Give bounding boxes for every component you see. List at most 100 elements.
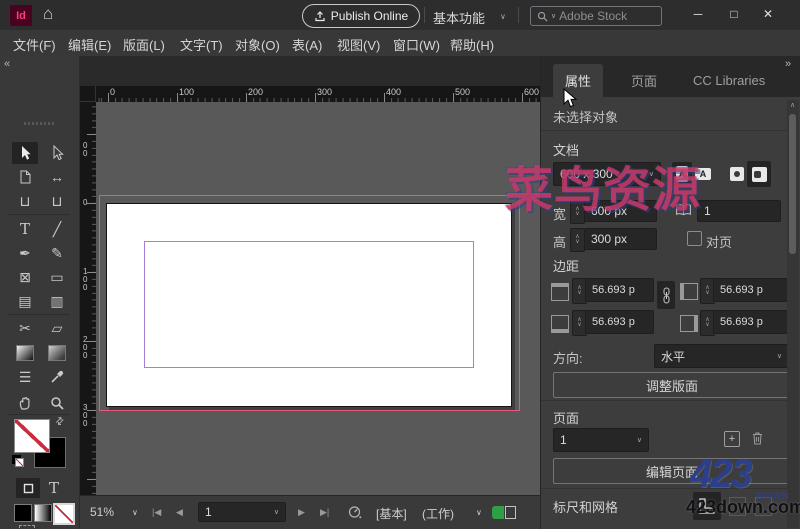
margin-bottom-field[interactable]: 56.693 p [585, 310, 654, 334]
current-page-dropdown[interactable]: 1 ∨ [553, 428, 649, 452]
content-placer-tool[interactable]: ⊔ [44, 190, 70, 212]
stepper-down-icon[interactable]: ∨ [575, 240, 579, 245]
free-transform-tool[interactable]: ▱ [44, 317, 70, 339]
margin-right-field[interactable]: 56.693 p [713, 310, 789, 334]
stepper-down-icon[interactable]: ∨ [705, 291, 709, 296]
maximize-button[interactable]: □ [724, 7, 744, 21]
gradient-tool[interactable] [12, 342, 38, 364]
pen-tool[interactable]: ✒ [12, 242, 38, 264]
menu-edit[interactable]: 编辑(E) [68, 35, 111, 54]
preflight-profile[interactable]: [基本] [376, 505, 407, 522]
direct-selection-tool[interactable] [44, 142, 70, 164]
menu-object[interactable]: 对象(O) [235, 35, 280, 54]
horizontal-grid-tool[interactable]: ▤ [12, 290, 38, 312]
margin-top-field[interactable]: 56.693 p [585, 278, 654, 302]
vertical-grid-tool[interactable]: ▥ [44, 290, 70, 312]
line-tool[interactable]: ╱ [44, 218, 70, 240]
panel-scrollbar[interactable]: ∧ [787, 100, 799, 528]
pages-count-field[interactable]: 1 [697, 200, 781, 222]
add-page-button[interactable]: + [724, 431, 740, 447]
menu-view[interactable]: 视图(V) [337, 35, 380, 54]
facing-pages-checkbox[interactable] [687, 231, 702, 246]
pencil-tool[interactable]: ✎ [44, 242, 70, 264]
swap-fill-stroke-icon[interactable]: ⇄ [53, 415, 67, 429]
adjust-layout-button[interactable]: 调整版面 [553, 372, 791, 398]
pasteboard[interactable] [96, 102, 540, 495]
minimize-button[interactable]: ─ [688, 7, 708, 21]
height-stepper[interactable]: ∧∨ [570, 228, 585, 252]
scroll-up-icon[interactable]: ∧ [790, 101, 795, 109]
zoom-level[interactable]: 51% [90, 505, 114, 519]
fill-swatch-none[interactable] [14, 419, 50, 453]
apply-color-button[interactable] [14, 504, 32, 522]
horizontal-ruler[interactable]: 0 100 200 300 400 500 600 [96, 86, 540, 102]
content-collector-tool[interactable]: ⊔ [12, 190, 38, 212]
ruler-label: 0 [83, 199, 87, 207]
zoom-tool[interactable] [44, 392, 70, 414]
gradient-feather-tool[interactable] [44, 342, 70, 364]
stepper-down-icon[interactable]: ∨ [577, 323, 581, 328]
adobe-stock-search[interactable]: ∨ Adobe Stock [530, 6, 662, 26]
frame-grid-options-icon[interactable] [19, 525, 35, 529]
selection-tool[interactable] [12, 142, 38, 164]
first-page-button[interactable]: |◀ [152, 507, 161, 518]
stepper-down-icon[interactable]: ∨ [705, 323, 709, 328]
collapse-panel-icon[interactable]: « [4, 58, 10, 70]
chevron-down-icon[interactable]: ∨ [132, 508, 138, 517]
vertical-text-icon [730, 167, 744, 181]
tab-properties[interactable]: 属性 [553, 64, 603, 97]
menu-window[interactable]: 窗口(W) [393, 35, 440, 54]
frame-tool[interactable]: ⊠ [12, 266, 38, 288]
menu-file[interactable]: 文件(F) [13, 35, 56, 54]
last-page-button[interactable]: ▶| [320, 507, 329, 518]
menu-help[interactable]: 帮助(H) [450, 35, 494, 54]
text-direction-vertical-button[interactable] [728, 164, 746, 184]
chevron-down-icon[interactable]: ∨ [274, 508, 279, 516]
menu-type[interactable]: 文字(T) [180, 35, 223, 54]
menu-table[interactable]: 表(A) [292, 35, 322, 54]
preflight-gauge-icon[interactable] [348, 505, 362, 519]
stepper-down-icon[interactable]: ∨ [577, 291, 581, 296]
edit-pages-button[interactable]: 编辑页面 [553, 458, 791, 484]
scissors-tool[interactable]: ✂ [12, 317, 38, 339]
direction-dropdown[interactable]: 水平 ∨ [654, 344, 789, 368]
default-swatches-none-icon[interactable] [15, 458, 24, 467]
scrollbar-thumb[interactable] [789, 114, 796, 254]
chevron-down-icon[interactable]: ∨ [500, 12, 506, 21]
formatting-affects-container-button[interactable] [16, 478, 40, 498]
workspace-switcher[interactable]: 基本功能 [433, 8, 485, 27]
gradient-swatch-icon [16, 345, 34, 361]
hand-tool[interactable] [12, 392, 38, 414]
divider [541, 400, 789, 401]
formatting-affects-text-button[interactable]: T [44, 478, 64, 498]
height-field[interactable]: 300 px [584, 228, 657, 250]
close-button[interactable]: ✕ [758, 7, 778, 21]
page-number-field[interactable]: 1 ∨ [198, 502, 286, 522]
tab-pages[interactable]: 页面 [619, 64, 669, 97]
apply-gradient-button[interactable] [34, 504, 52, 522]
vertical-ruler[interactable]: 0 0 0 1 0 0 2 0 0 3 0 0 [80, 102, 96, 495]
publish-online-button[interactable]: Publish Online [302, 4, 420, 28]
preflight-status-indicator[interactable] [492, 506, 518, 519]
delete-page-button[interactable] [751, 431, 764, 446]
margin-left-field[interactable]: 56.693 p [713, 278, 789, 302]
note-tool[interactable]: ☰ [12, 366, 38, 388]
text-direction-horizontal-button[interactable] [747, 161, 771, 187]
type-tool[interactable]: T [12, 218, 38, 240]
home-icon[interactable]: ⌂ [43, 4, 53, 24]
pages-section-label: 页面 [553, 408, 579, 427]
next-page-button[interactable]: ▶ [298, 507, 305, 518]
gap-tool[interactable]: ↔ [44, 166, 70, 188]
expand-panel-icon[interactable]: » [785, 58, 791, 70]
rectangle-tool[interactable]: ▭ [44, 266, 70, 288]
tab-cc-libraries[interactable]: CC Libraries [681, 64, 777, 97]
ruler-origin-box[interactable] [80, 86, 96, 102]
panel-grip[interactable] [24, 122, 56, 125]
eyedropper-tool[interactable] [44, 366, 70, 388]
previous-page-button[interactable]: ◀ [176, 507, 183, 518]
apply-none-button[interactable] [53, 503, 75, 525]
link-margins-button[interactable] [657, 281, 675, 309]
page-tool[interactable] [12, 166, 38, 188]
chevron-down-icon[interactable]: ∨ [476, 508, 482, 517]
menu-layout[interactable]: 版面(L) [123, 35, 165, 54]
